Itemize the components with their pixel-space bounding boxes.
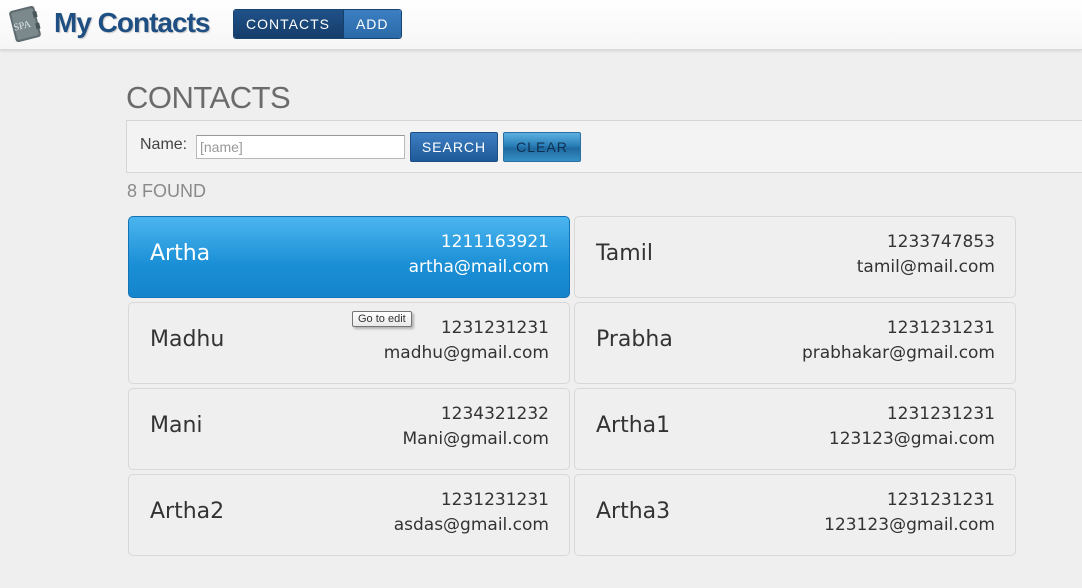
contact-email: madhu@gmail.com: [383, 343, 549, 363]
contact-email: prabhakar@gmail.com: [801, 343, 995, 363]
contact-card[interactable]: Artha3 1231231231 123123@gmail.com: [574, 474, 1016, 556]
contact-card[interactable]: Artha 1211163921 artha@mail.com: [128, 216, 570, 298]
contact-phone: 1231231231: [886, 318, 995, 338]
contact-phone: 1231231231: [440, 318, 549, 338]
contact-name: Madhu: [150, 327, 225, 352]
contact-name: Artha: [150, 241, 211, 266]
app-title[interactable]: My Contacts: [54, 7, 210, 39]
contact-phone: 1233747853: [886, 232, 995, 252]
contact-email: Mani@gmail.com: [402, 429, 549, 449]
clear-button[interactable]: CLEAR: [503, 132, 581, 162]
contact-name: Prabha: [596, 327, 673, 352]
nav-add[interactable]: ADD: [342, 10, 401, 38]
contact-email: artha@mail.com: [408, 257, 549, 277]
main-nav: CONTACTS ADD: [233, 9, 402, 39]
found-count: 8 FOUND: [127, 181, 207, 201]
contact-name: Tamil: [596, 241, 653, 266]
contact-phone: 1231231231: [886, 404, 995, 424]
nav-contacts[interactable]: CONTACTS: [234, 10, 343, 38]
search-bar: Name: SEARCH CLEAR: [126, 120, 1082, 173]
search-button[interactable]: SEARCH: [410, 132, 498, 162]
contact-card[interactable]: Mani 1234321232 Mani@gmail.com: [128, 388, 570, 470]
name-search-input[interactable]: [196, 135, 405, 159]
contact-card[interactable]: Prabha 1231231231 prabhakar@gmail.com: [574, 302, 1016, 384]
contact-email: 123123@gmai.com: [828, 429, 995, 449]
contact-card[interactable]: Artha1 1231231231 123123@gmai.com: [574, 388, 1016, 470]
spa-logo-icon: SPA: [9, 5, 41, 43]
contact-phone: 1231231231: [886, 490, 995, 510]
contact-card[interactable]: Artha2 1231231231 asdas@gmail.com: [128, 474, 570, 556]
contact-email: tamil@mail.com: [856, 257, 995, 277]
contact-name: Artha3: [596, 499, 671, 524]
contact-phone: 1231231231: [440, 490, 549, 510]
page-title: CONTACTS: [126, 80, 291, 115]
contact-phone: 1211163921: [440, 232, 549, 252]
contact-card[interactable]: Madhu 1231231231 madhu@gmail.com: [128, 302, 570, 384]
contact-email: 123123@gmail.com: [824, 515, 995, 535]
go-to-edit-tooltip: Go to edit: [352, 311, 412, 327]
contact-email: asdas@gmail.com: [393, 515, 549, 535]
contact-name: Artha2: [150, 499, 225, 524]
contact-phone: 1234321232: [440, 404, 549, 424]
app-header: SPA My Contacts CONTACTS ADD: [0, 0, 1082, 50]
contact-name: Mani: [150, 413, 203, 438]
contact-name: Artha1: [596, 413, 671, 438]
name-label: Name:: [140, 136, 188, 153]
contact-card[interactable]: Tamil 1233747853 tamil@mail.com: [574, 216, 1016, 298]
